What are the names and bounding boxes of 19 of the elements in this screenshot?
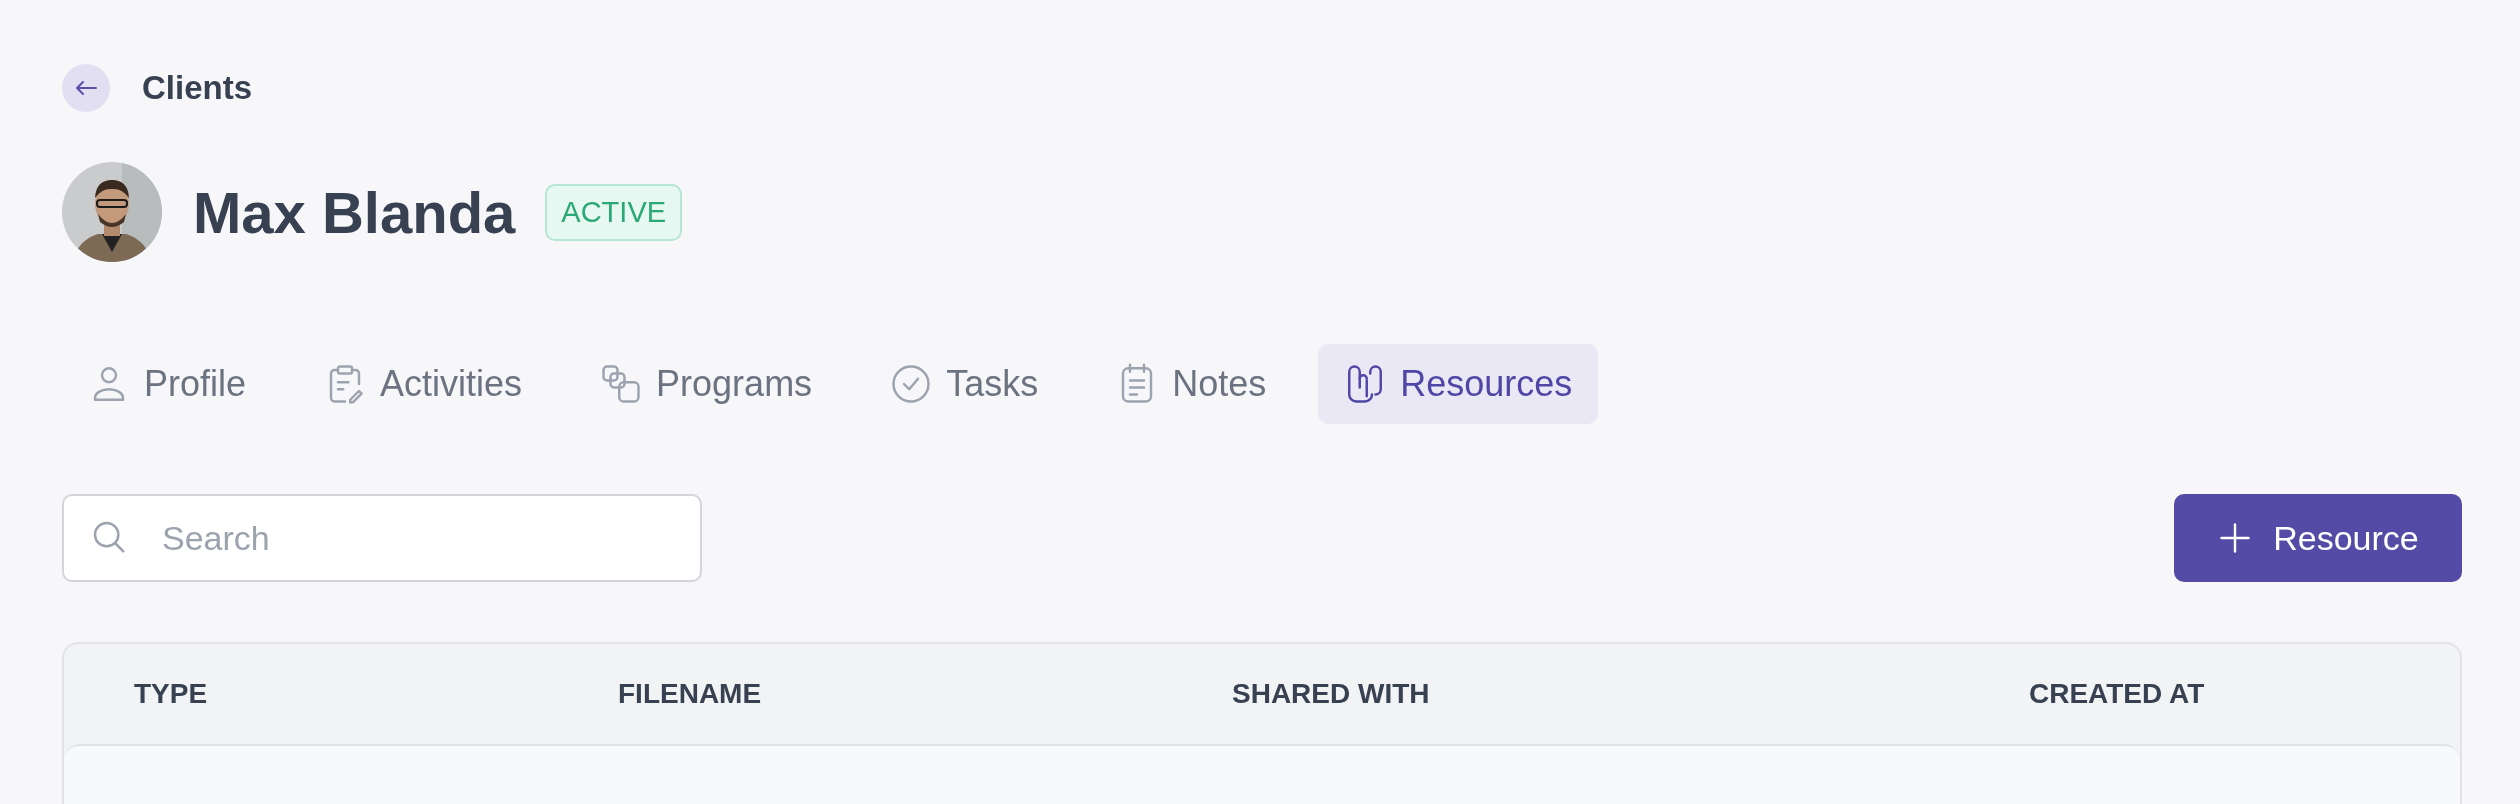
tab[interactable]: Tasks: [864, 344, 1065, 424]
column-header: TYPE: [134, 678, 209, 710]
add-resource-button[interactable]: Resource: [2174, 494, 2462, 582]
back-arrow-icon: [75, 80, 97, 96]
breadcrumb-link[interactable]: Clients: [142, 69, 253, 107]
copies-icon: [600, 363, 643, 405]
status-badge: ACTIVE: [545, 183, 683, 241]
back-button[interactable]: [62, 64, 110, 112]
search-field[interactable]: Search: [62, 494, 702, 582]
tab[interactable]: Notes: [1090, 344, 1293, 424]
check-circle-icon: [890, 363, 933, 405]
column-header: SHARED WITH: [1232, 678, 1431, 710]
column-header: CREATED AT: [2029, 678, 2206, 710]
tab[interactable]: Activities: [298, 344, 549, 424]
tab[interactable]: Resources: [1318, 344, 1599, 424]
column-header: FILENAME: [618, 678, 763, 710]
tab[interactable]: Profile: [62, 344, 273, 424]
client-name: Max Blanda: [193, 178, 516, 246]
tab[interactable]: Programs: [574, 344, 839, 424]
